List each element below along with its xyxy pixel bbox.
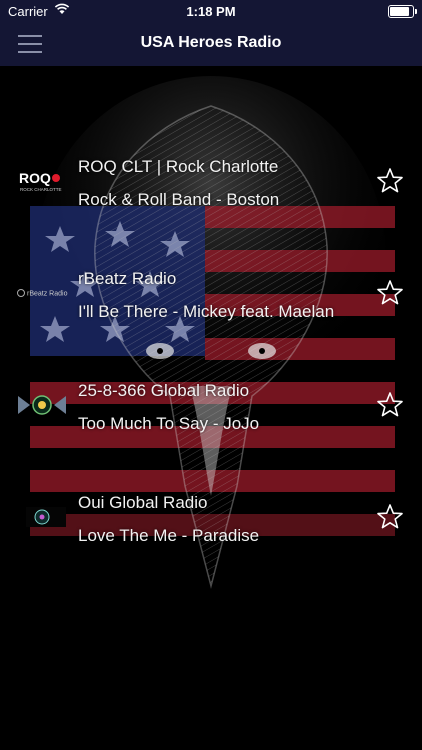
now-playing-track: Too Much To Say - JoJo	[78, 414, 260, 433]
now-playing-track: I'll Be There - Mickey feat. Maelan	[78, 302, 335, 321]
star-icon[interactable]	[376, 391, 404, 419]
station-logo-rbeatz: rBeatz Radio	[16, 280, 68, 306]
status-bar: Carrier 1:18 PM	[0, 0, 422, 22]
svg-text:rBeatz Radio: rBeatz Radio	[27, 291, 68, 298]
station-list: ROQ ROCK CHARLOTTE ROQ CLT | Rock Charlo…	[0, 126, 422, 574]
star-icon[interactable]	[376, 167, 404, 195]
station-name: Oui Global Radio	[78, 493, 208, 512]
station-row[interactable]: rBeatz Radio rBeatz Radio I'll Be There …	[0, 238, 422, 350]
page-title: USA Heroes Radio	[140, 34, 282, 51]
now-playing-track: Love The Me - Paradise	[78, 526, 260, 545]
station-row[interactable]: Oui Global Radio Love The Me - Paradise	[0, 462, 422, 574]
battery-icon	[388, 5, 417, 18]
station-row[interactable]: ROQ ROCK CHARLOTTE ROQ CLT | Rock Charlo…	[0, 126, 422, 238]
station-logo-oui	[16, 504, 68, 530]
station-name: ROQ CLT | Rock Charlotte	[78, 157, 279, 176]
station-logo-roq: ROQ ROCK CHARLOTTE	[16, 168, 68, 194]
svg-text:ROQ: ROQ	[19, 170, 51, 186]
star-icon[interactable]	[376, 503, 404, 531]
navigation-bar: USA Heroes Radio	[0, 22, 422, 66]
clock: 1:18 PM	[186, 4, 236, 19]
star-icon[interactable]	[376, 279, 404, 307]
station-row[interactable]: 25-8-366 Global Radio Too Much To Say - …	[0, 350, 422, 462]
station-name: 25-8-366 Global Radio	[78, 381, 250, 400]
station-logo-global	[16, 392, 68, 418]
station-name: rBeatz Radio	[78, 269, 177, 288]
now-playing-track: Rock & Roll Band - Boston	[78, 190, 280, 209]
svg-text:ROCK CHARLOTTE: ROCK CHARLOTTE	[20, 187, 62, 192]
